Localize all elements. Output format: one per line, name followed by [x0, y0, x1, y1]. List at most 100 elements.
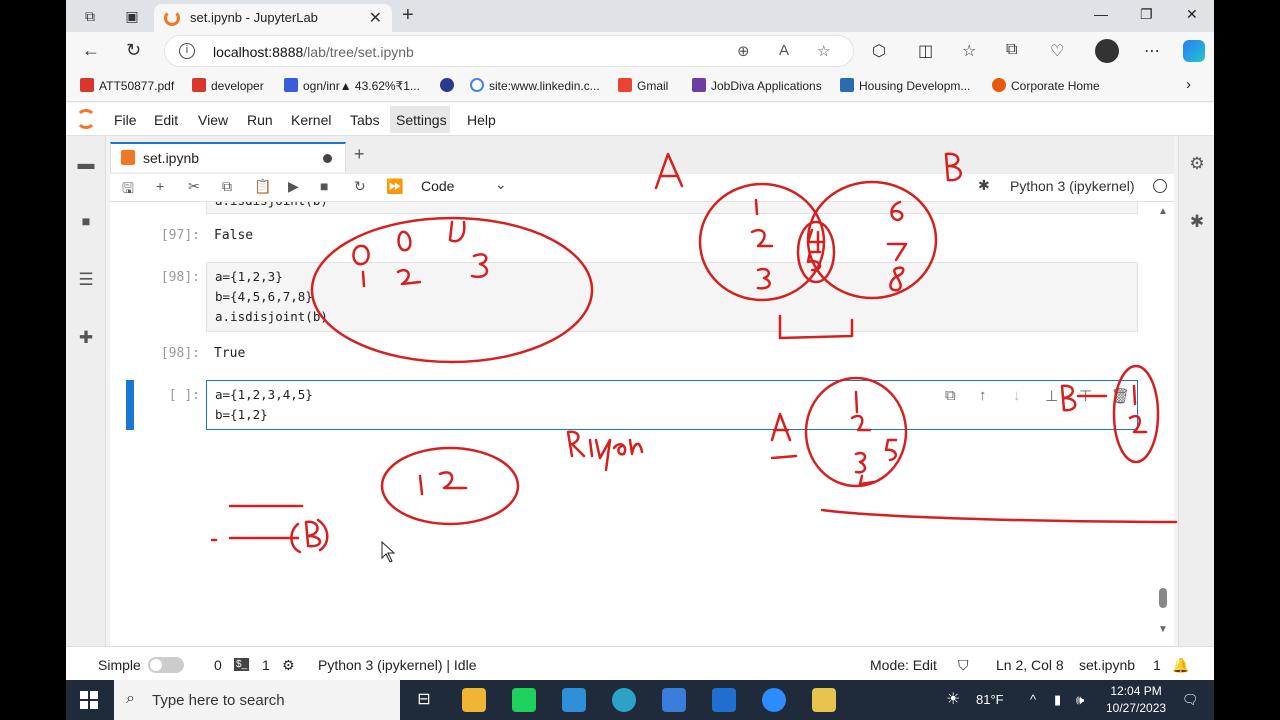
split-screen-icon[interactable]: ◫ [918, 41, 933, 61]
bookmark-item[interactable]: ATT50877.pdf [80, 78, 174, 93]
site-info-icon[interactable]: i [179, 43, 195, 59]
running-kernels-icon[interactable]: ⏹ [76, 212, 96, 232]
python-icon[interactable] [812, 688, 836, 712]
duplicate-cell-icon[interactable]: ⧉ [945, 387, 956, 404]
bug-icon[interactable]: ✱ [978, 177, 990, 194]
close-tab-icon[interactable]: ✕ [369, 8, 382, 28]
chevron-down-icon[interactable]: ⌄ [495, 176, 507, 193]
battery-icon[interactable]: ▮ [1054, 692, 1061, 708]
unsaved-dot-icon[interactable] [323, 154, 332, 163]
move-down-icon[interactable]: ↓ [1013, 387, 1021, 404]
paste-icon[interactable]: 📋 [254, 178, 271, 195]
workspaces-icon[interactable]: ⧉ [82, 8, 98, 24]
menu-tabs[interactable]: Tabs [350, 112, 380, 128]
code-cell-partial[interactable]: a.isdisjoint(b) [206, 202, 1138, 214]
pycharm-icon[interactable] [512, 688, 536, 712]
fast-forward-icon[interactable]: ⏩ [386, 178, 403, 195]
windows-start-icon[interactable] [80, 691, 98, 709]
store-icon[interactable] [662, 688, 686, 712]
weather-icon[interactable]: ☀ [946, 689, 960, 709]
menu-edit[interactable]: Edit [154, 112, 178, 128]
favorites-icon[interactable]: ☆ [962, 41, 976, 61]
debugger-icon[interactable]: ✱ [1187, 212, 1207, 232]
property-inspector-icon[interactable]: ⚙ [1187, 154, 1207, 174]
delete-cell-icon[interactable]: 🗑 [1111, 387, 1130, 405]
edge-icon[interactable] [612, 688, 636, 712]
cell-type-select[interactable]: Code [421, 178, 454, 194]
copy-icon[interactable]: ⧉ [222, 178, 232, 195]
taskbar-clock[interactable]: 12:04 PM 10/27/2023 [1106, 683, 1166, 717]
new-tab-icon[interactable]: + [402, 4, 414, 27]
scrollbar-thumb[interactable] [1159, 588, 1167, 608]
task-view-icon[interactable]: ⊟ [412, 688, 436, 712]
insert-above-icon[interactable]: ⊥ [1045, 387, 1058, 405]
new-launcher-icon[interactable]: + [354, 144, 365, 165]
menu-kernel[interactable]: Kernel [291, 112, 331, 128]
scroll-down-icon[interactable]: ▼ [1158, 624, 1168, 635]
maximize-icon[interactable]: ❐ [1140, 6, 1153, 23]
notification-center-icon[interactable]: 🗨 [1182, 692, 1199, 708]
bookmark-item[interactable]: Corporate Home [992, 78, 1100, 93]
folder-icon[interactable]: ▬ [76, 154, 96, 174]
document-tab[interactable]: set.ipynb [110, 142, 346, 172]
back-icon[interactable]: ← [82, 40, 100, 61]
tray-chevron-icon[interactable]: ^ [1030, 692, 1036, 707]
menu-help[interactable]: Help [467, 112, 496, 128]
menu-run[interactable]: Run [247, 112, 273, 128]
collections-icon[interactable]: ⧉ [1006, 41, 1017, 59]
zoom-icon[interactable] [762, 688, 786, 712]
menu-settings[interactable]: Settings [396, 112, 447, 128]
volume-icon[interactable]: 🕪 [1076, 692, 1084, 708]
insert-cell-icon[interactable]: + [156, 178, 164, 194]
bookmark-item[interactable]: ogn/inr▲ 43.62%₹1... [284, 78, 420, 93]
stop-icon[interactable]: ■ [320, 178, 328, 194]
taskbar-search[interactable]: ⌕ Type here to search [114, 680, 400, 720]
restart-icon[interactable]: ↻ [354, 178, 366, 195]
code-cell[interactable]: a={1,2,3} b={4,5,6,7,8} a.isdisjoint(b) [206, 262, 1138, 332]
vscode-icon[interactable] [562, 688, 586, 712]
minimize-icon[interactable]: — [1094, 6, 1108, 22]
table-of-contents-icon[interactable]: ☰ [76, 270, 96, 290]
profile-avatar[interactable] [1095, 39, 1119, 63]
chevron-right-icon[interactable]: › [1186, 76, 1191, 93]
menu-file[interactable]: File [114, 112, 137, 128]
file-explorer-icon[interactable] [462, 688, 486, 712]
bookmark-item[interactable]: JobDiva Applications [692, 78, 822, 93]
cursor-position[interactable]: Ln 2, Col 8 [996, 657, 1064, 673]
mail-icon[interactable] [712, 688, 736, 712]
save-icon[interactable]: 🖫 [122, 178, 134, 202]
refresh-icon[interactable]: ↻ [126, 40, 141, 61]
zoom-icon[interactable]: ⊕ [737, 42, 750, 60]
favorite-star-icon[interactable]: ☆ [817, 42, 830, 60]
terminal-icon[interactable]: $_ [234, 658, 250, 671]
scroll-up-icon[interactable]: ▲ [1158, 206, 1168, 217]
simple-mode-toggle[interactable] [148, 657, 184, 673]
bookmark-item[interactable]: developer [192, 78, 264, 93]
bookmark-item[interactable]: Gmail [618, 78, 668, 93]
tab-actions-icon[interactable]: ▣ [124, 8, 140, 24]
bookmark-item[interactable] [440, 78, 459, 93]
shield-icon[interactable]: ⛉ [958, 657, 969, 674]
move-up-icon[interactable]: ↑ [979, 387, 987, 404]
run-icon[interactable]: ▶ [288, 178, 299, 195]
bookmark-item[interactable]: site:www.linkedin.c... [470, 78, 600, 93]
browser-tab-active[interactable]: set.ipynb - JupyterLab ✕ [154, 4, 392, 32]
address-bar[interactable]: i localhost:8888/lab/tree/set.ipynb ⊕ A … [164, 35, 854, 67]
kernel-chip-icon[interactable]: ⚙ [282, 657, 295, 674]
kernel-name[interactable]: Python 3 (ipykernel) [1010, 178, 1135, 194]
copilot-icon[interactable] [1183, 40, 1205, 62]
cut-icon[interactable]: ✂ [188, 178, 200, 195]
bookmark-item[interactable]: Housing Developm... [840, 78, 970, 93]
active-code-cell[interactable]: a={1,2,3,4,5} b={1,2} ⧉ ↑ ↓ ⊥ ⊤ 🗑 [206, 380, 1138, 430]
extensions-puzzle-icon[interactable]: ✚ [76, 328, 96, 348]
menu-view[interactable]: View [198, 112, 228, 128]
read-aloud-icon[interactable]: A [779, 42, 789, 59]
extensions-icon[interactable]: ⬡ [872, 41, 886, 61]
insert-below-icon[interactable]: ⊤ [1079, 387, 1092, 405]
kernel-status-text[interactable]: Python 3 (ipykernel) | Idle [318, 657, 477, 673]
bell-icon[interactable]: 🔔 [1172, 657, 1189, 674]
temperature[interactable]: 81°F [976, 692, 1004, 707]
performance-icon[interactable]: ♡ [1050, 41, 1064, 61]
close-window-icon[interactable]: ✕ [1186, 6, 1198, 23]
more-menu-icon[interactable]: ⋯ [1144, 41, 1160, 61]
